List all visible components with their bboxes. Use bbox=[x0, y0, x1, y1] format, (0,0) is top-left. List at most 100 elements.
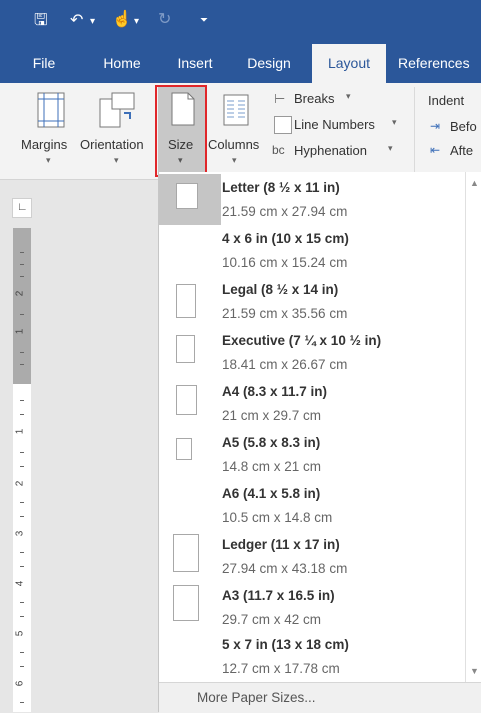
paper-icon bbox=[176, 335, 195, 363]
paper-size-name: Legal (8 ½ x 14 in) bbox=[222, 282, 339, 297]
columns-label: Columns bbox=[208, 137, 260, 152]
more-paper-sizes-button[interactable]: More Paper Sizes... bbox=[159, 682, 481, 713]
paper-size-4x6[interactable]: 4 x 6 in (10 x 15 cm) 10.16 cm x 15.24 c… bbox=[159, 225, 465, 276]
tab-stop-selector[interactable]: ∟ bbox=[12, 198, 32, 218]
paper-size-ledger[interactable]: Ledger (11 x 17 in) 27.94 cm x 43.18 cm bbox=[159, 531, 465, 582]
paper-size-dims: 10.5 cm x 14.8 cm bbox=[222, 510, 333, 525]
ruler-tick bbox=[20, 452, 24, 453]
ruler-tick bbox=[20, 364, 24, 365]
indent-before-field[interactable]: ⇥ Befo bbox=[428, 119, 481, 139]
layout-ribbon: Margins ▾ Orientation ▾ Size ▾ Columns ▾… bbox=[0, 83, 481, 180]
ruler-tick bbox=[20, 666, 24, 667]
columns-icon bbox=[223, 94, 249, 126]
paper-size-dims: 18.41 cm x 26.67 cm bbox=[222, 357, 348, 372]
paper-size-executive[interactable]: Executive (7 ¼ x 10 ½ in) 18.41 cm x 26.… bbox=[159, 327, 465, 378]
paper-size-name: Letter (8 ½ x 11 in) bbox=[222, 180, 340, 195]
hyphenation-button[interactable]: bc Hyphenation ▾ bbox=[272, 143, 412, 163]
breaks-button[interactable]: ⊢ Breaks ▾ bbox=[272, 91, 372, 111]
undo-icon[interactable]: ↶ bbox=[70, 13, 83, 29]
line-numbers-button[interactable]: Line Numbers ▾ bbox=[272, 116, 412, 137]
paper-size-legal[interactable]: Legal (8 ½ x 14 in) 21.59 cm x 35.56 cm bbox=[159, 276, 465, 327]
paper-size-name: 4 x 6 in (10 x 15 cm) bbox=[222, 231, 349, 246]
paper-size-dims: 21 cm x 29.7 cm bbox=[222, 408, 322, 423]
ruler-tick bbox=[20, 466, 24, 467]
breaks-label: Breaks bbox=[294, 91, 335, 106]
ruler-number: 6 bbox=[14, 680, 26, 687]
paper-size-a3[interactable]: A3 (11.7 x 16.5 in) 29.7 cm x 42 cm bbox=[159, 582, 465, 633]
paper-size-a4[interactable]: A4 (8.3 x 11.7 in) 21 cm x 29.7 cm bbox=[159, 378, 465, 429]
ruler-tick bbox=[20, 276, 24, 277]
save-icon[interactable]: 🖫 bbox=[34, 13, 48, 29]
ruler-tick bbox=[20, 602, 24, 603]
dropdown-scrollbar[interactable]: ▲ ▼ bbox=[465, 172, 481, 682]
indent-before-label: Befo bbox=[450, 119, 477, 134]
title-bar: 🖫 ↶ ▾ ☝ ▾ ↻ ⏷ bbox=[0, 0, 481, 44]
ruler-number: 2 bbox=[14, 480, 26, 487]
hyphenation-dropdown-icon: ▾ bbox=[388, 143, 393, 153]
line-numbers-label: Line Numbers bbox=[294, 117, 375, 132]
ruler-tick bbox=[20, 516, 24, 517]
customize-qat-icon[interactable]: ⏷ bbox=[200, 13, 208, 29]
paper-icon bbox=[176, 438, 192, 460]
tab-design[interactable]: Design bbox=[238, 44, 300, 83]
tab-home[interactable]: Home bbox=[94, 44, 150, 83]
tab-file[interactable]: File bbox=[24, 44, 64, 83]
indent-after-field[interactable]: ⇤ Afte bbox=[428, 143, 481, 163]
margins-label: Margins bbox=[21, 137, 68, 152]
tab-layout[interactable]: Layout bbox=[312, 44, 386, 84]
paper-icon bbox=[173, 585, 199, 621]
vertical-ruler[interactable]: 2 1 1 2 3 4 5 6 bbox=[13, 228, 31, 712]
paper-icon bbox=[176, 284, 196, 318]
ruler-tick bbox=[20, 414, 24, 415]
undo-dropdown-icon[interactable]: ▾ bbox=[90, 14, 95, 30]
tab-stop-icon: ∟ bbox=[17, 201, 28, 213]
scroll-up-icon[interactable]: ▲ bbox=[470, 178, 479, 188]
paper-size-name: A4 (8.3 x 11.7 in) bbox=[222, 384, 328, 399]
paper-size-name: 5 x 7 in (13 x 18 cm) bbox=[222, 637, 349, 652]
scroll-down-icon[interactable]: ▼ bbox=[470, 666, 479, 676]
paper-size-5x7[interactable]: 5 x 7 in (13 x 18 cm) 12.7 cm x 17.78 cm bbox=[159, 633, 465, 684]
paper-icon bbox=[176, 385, 197, 415]
ruler-number: 1 bbox=[14, 328, 26, 335]
ruler-tick bbox=[20, 314, 24, 315]
redo-icon[interactable]: ↻ bbox=[158, 12, 171, 28]
orientation-label: Orientation bbox=[80, 137, 144, 152]
ruler-tick bbox=[20, 702, 24, 703]
orientation-dropdown-icon: ▾ bbox=[114, 155, 119, 165]
paper-size-name: Executive (7 ¼ x 10 ½ in) bbox=[222, 333, 382, 348]
columns-button[interactable]: Columns ▾ bbox=[206, 89, 266, 175]
paper-icon bbox=[176, 183, 198, 209]
paper-size-a5[interactable]: A5 (5.8 x 8.3 in) 14.8 cm x 21 cm bbox=[159, 429, 465, 480]
line-numbers-dropdown-icon: ▾ bbox=[392, 117, 397, 127]
line-numbers-icon bbox=[274, 116, 292, 134]
tab-insert[interactable]: Insert bbox=[168, 44, 222, 83]
ribbon-tabs: File Home Insert Design Layout Reference… bbox=[0, 44, 481, 84]
margins-button[interactable]: Margins ▾ bbox=[18, 89, 86, 175]
indent-label: Indent bbox=[428, 93, 465, 108]
ruler-number: 4 bbox=[14, 580, 26, 587]
margins-icon bbox=[37, 92, 65, 128]
paper-size-dropdown: Letter (8 ½ x 11 in) 21.59 cm x 27.94 cm… bbox=[158, 172, 481, 713]
breaks-dropdown-icon: ▾ bbox=[346, 91, 351, 101]
ruler-tick bbox=[20, 252, 24, 253]
tab-references[interactable]: References bbox=[398, 44, 481, 83]
ruler-number: 2 bbox=[14, 290, 26, 297]
paper-size-dims: 21.59 cm x 27.94 cm bbox=[222, 204, 348, 219]
orientation-button[interactable]: Orientation ▾ bbox=[80, 89, 154, 175]
hyphenation-label: Hyphenation bbox=[294, 143, 367, 158]
touch-mode-icon[interactable]: ☝ bbox=[112, 12, 132, 28]
indent-after-label: Afte bbox=[450, 143, 474, 158]
size-highlight-box bbox=[155, 85, 207, 177]
paper-size-dims: 27.94 cm x 43.18 cm bbox=[222, 561, 348, 576]
paper-size-letter[interactable]: Letter (8 ½ x 11 in) 21.59 cm x 27.94 cm bbox=[159, 174, 465, 225]
paper-size-name: Ledger (11 x 17 in) bbox=[222, 537, 340, 552]
indent-left-icon: ⇥ bbox=[430, 119, 441, 133]
ribbon-separator bbox=[414, 87, 415, 175]
ruler-tick bbox=[20, 652, 24, 653]
ruler-tick bbox=[20, 616, 24, 617]
paper-size-name: A3 (11.7 x 16.5 in) bbox=[222, 588, 335, 603]
paper-size-name: A5 (5.8 x 8.3 in) bbox=[222, 435, 321, 450]
paper-size-dims: 10.16 cm x 15.24 cm bbox=[222, 255, 348, 270]
paper-size-a6[interactable]: A6 (4.1 x 5.8 in) 10.5 cm x 14.8 cm bbox=[159, 480, 465, 531]
touch-dropdown-icon[interactable]: ▾ bbox=[134, 14, 139, 30]
